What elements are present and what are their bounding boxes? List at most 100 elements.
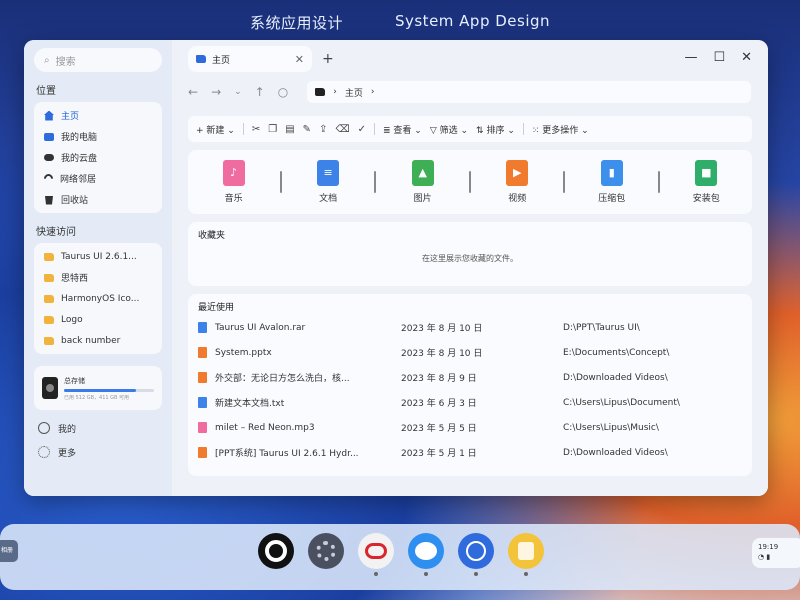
video-icon: ▶ <box>506 160 529 186</box>
new-button[interactable]: + 新建 ⌄ <box>196 123 235 136</box>
forward-icon[interactable]: → <box>211 85 221 99</box>
sort-button[interactable]: ⇅ 排序 ⌄ <box>476 123 515 136</box>
category-label: 音乐 <box>224 194 243 204</box>
back-icon[interactable]: ← <box>188 85 198 99</box>
share-icon[interactable]: ⇪ <box>319 124 327 135</box>
table-row[interactable]: [PPT系统] Taurus UI 2.6.1 Hydr... 2023 年 5 … <box>198 440 742 465</box>
table-row[interactable]: Taurus UI Avalon.rar 2023 年 8 月 10 日 D:\PP… <box>198 315 742 340</box>
view-button[interactable]: ≣ 查看 ⌄ <box>383 123 422 136</box>
sidebar-item-label: 网络邻居 <box>60 175 97 185</box>
disk-icon <box>42 377 58 399</box>
file-date: 2023 年 8 月 10 日 <box>401 324 483 334</box>
quick-item[interactable]: Logo <box>34 309 162 330</box>
delete-icon[interactable]: ⌫ <box>335 124 349 135</box>
browser-app-icon[interactable] <box>458 533 494 576</box>
file-date: 2023 年 5 月 1 日 <box>401 449 477 459</box>
sidebar-item-label: 回收站 <box>61 196 89 206</box>
cut-icon[interactable]: ✂ <box>252 124 260 135</box>
folder-icon <box>44 294 54 303</box>
rename-icon[interactable]: ✎ <box>303 124 311 135</box>
sidebar-item-computer[interactable]: 我的电脑 <box>34 126 162 147</box>
chevron-down-icon[interactable]: ⌄ <box>234 87 242 97</box>
category-divider <box>468 171 471 193</box>
sidebar-item-home[interactable]: 主页 <box>34 105 162 126</box>
maximize-icon[interactable]: ☐ <box>713 50 725 65</box>
sidebar: ⌕ 搜索 位置 主页 我的电脑 我的云盘 网络邻居 回收站 快速访问 Tauru… <box>24 40 172 496</box>
camera-app-icon[interactable] <box>258 533 294 569</box>
file-name: Taurus UI Avalon.rar <box>215 322 306 333</box>
table-row[interactable]: 外交部：无论日方怎么洗白，核... 2023 年 8 月 9 日 D:\Downlo… <box>198 365 742 390</box>
gallery-app[interactable]: 相册 <box>0 540 18 562</box>
dock-apps <box>258 533 544 576</box>
paste-icon[interactable]: ▤ <box>285 124 294 135</box>
dock: 相册 19:19 ◔ ▮ <box>0 524 800 590</box>
storage-card[interactable]: 总存储 已用 512 GB，411 GB 可用 <box>34 366 162 410</box>
notes-app-icon[interactable] <box>508 533 544 576</box>
file-path: E:\Documents\Concept\ <box>563 347 670 358</box>
file-icon <box>198 447 207 458</box>
search-placeholder: 搜索 <box>55 56 76 68</box>
category-divider <box>279 171 282 193</box>
huawei-app-icon[interactable] <box>358 533 394 576</box>
file-icon <box>198 422 207 433</box>
category-archives[interactable]: ▮ 压缩包 <box>587 160 637 204</box>
category-music[interactable]: ♪ 音乐 <box>209 160 259 204</box>
category-pictures[interactable]: ▲ 图片 <box>398 160 448 204</box>
filter-button[interactable]: ▽ 筛选 ⌄ <box>430 123 468 136</box>
quick-item[interactable]: HarmonyOS Ico... <box>34 288 162 309</box>
more-actions-button[interactable]: ⁙ 更多操作 ⌄ <box>532 123 589 136</box>
up-icon[interactable]: ↑ <box>255 85 265 99</box>
tab-bar: 主页 ✕ + — ☐ ✕ <box>172 40 768 78</box>
banner-title-en: System App Design <box>394 12 551 30</box>
sidebar-item-label: 我的电脑 <box>61 133 98 143</box>
sidebar-item-mine[interactable]: 我的 <box>34 416 162 440</box>
favorites-card: 收藏夹 在这里展示您收藏的文件。 <box>188 222 752 286</box>
close-window-icon[interactable]: ✕ <box>741 50 752 65</box>
storage-fill <box>64 388 136 392</box>
category-documents[interactable]: ≡ 文档 <box>303 160 353 204</box>
quick-item-label: 思特西 <box>61 274 89 284</box>
sidebar-item-label: 更多 <box>58 448 77 459</box>
toolbar-divider <box>373 123 375 135</box>
settings-app-icon[interactable] <box>308 533 344 569</box>
path-segment[interactable]: 主页 <box>345 86 363 99</box>
file-date: 2023 年 8 月 9 日 <box>401 374 477 384</box>
sidebar-item-more[interactable]: 更多 <box>34 440 162 464</box>
status-widget[interactable]: 19:19 ◔ ▮ <box>752 538 800 568</box>
quick-item[interactable]: 思特西 <box>34 267 162 288</box>
table-row[interactable]: 新建文本文档.txt 2023 年 6 月 3 日 C:\Users\Lipus\D… <box>198 390 742 415</box>
sidebar-search[interactable]: ⌕ 搜索 <box>34 48 162 72</box>
add-tab-button[interactable]: + <box>322 51 334 67</box>
category-label: 视频 <box>508 194 527 204</box>
check-icon[interactable]: ✓ <box>358 124 366 135</box>
cloud-icon <box>44 154 54 161</box>
copy-icon[interactable]: ❐ <box>268 124 277 135</box>
messages-app-icon[interactable] <box>408 533 444 576</box>
close-icon[interactable]: ✕ <box>295 53 304 66</box>
file-path: C:\Users\Lipus\Document\ <box>563 397 680 408</box>
window-controls: — ☐ ✕ <box>684 50 752 65</box>
sidebar-item-cloud[interactable]: 我的云盘 <box>34 147 162 168</box>
sidebar-item-network[interactable]: 网络邻居 <box>34 168 162 189</box>
file-date: 2023 年 5 月 5 日 <box>401 424 477 434</box>
category-divider <box>374 171 377 193</box>
sidebar-item-trash[interactable]: 回收站 <box>34 189 162 210</box>
quick-item[interactable]: back number <box>34 330 162 351</box>
more-actions-label: 更多操作 <box>542 125 579 136</box>
home-icon <box>44 110 54 121</box>
table-row[interactable]: milet – Red Neon.mp3 2023 年 5 月 5 日 C:\Use… <box>198 415 742 440</box>
path-bar[interactable]: › 主页 › <box>307 81 752 103</box>
category-videos[interactable]: ▶ 视频 <box>492 160 542 204</box>
file-icon <box>198 397 207 408</box>
locations-heading: 位置 <box>36 86 56 97</box>
sort-icon: ⇅ <box>476 125 484 136</box>
quick-item[interactable]: Taurus UI 2.6.1... <box>34 246 162 267</box>
category-installers[interactable]: ■ 安装包 <box>681 160 731 204</box>
table-row[interactable]: System.pptx 2023 年 8 月 10 日 E:\Documents\C… <box>198 340 742 365</box>
category-label: 图片 <box>413 194 432 204</box>
minimize-icon[interactable]: — <box>684 50 697 65</box>
tab-home[interactable]: 主页 ✕ <box>188 46 312 72</box>
document-icon: ≡ <box>317 160 340 186</box>
filter-label: 筛选 <box>439 125 458 136</box>
refresh-icon[interactable]: ○ <box>278 85 288 99</box>
